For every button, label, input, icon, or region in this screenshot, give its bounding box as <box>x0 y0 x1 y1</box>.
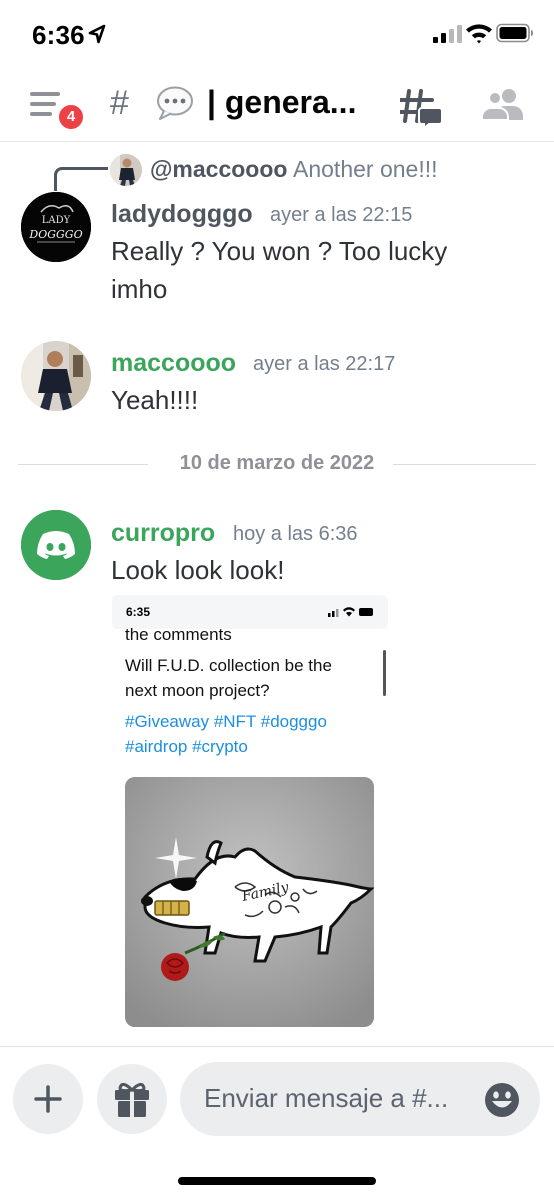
date-divider: 10 de marzo de 2022 <box>18 450 536 480</box>
message-author[interactable]: curropro <box>111 519 215 548</box>
attachment-time: 6:35 <box>126 605 151 619</box>
add-attachment-button[interactable] <box>13 1064 83 1134</box>
message-line: imho <box>111 274 168 304</box>
cellular-signal-icon <box>433 25 462 43</box>
gift-icon <box>115 1083 149 1117</box>
avatar-ladydogggo[interactable]: LADY DOGGGO <box>21 192 91 262</box>
reply-text[interactable]: Another one!!! <box>293 156 438 183</box>
message-line: Look look look! <box>111 555 285 585</box>
reply-avatar-image <box>110 154 142 186</box>
date-divider-text: 10 de marzo de 2022 <box>165 452 389 474</box>
status-bar: 6:36 <box>0 0 554 70</box>
message-timestamp: ayer a las 22:17 <box>253 353 396 375</box>
attachment-text: Will F.U.D. collection be the <box>125 656 332 675</box>
maccoooo-photo <box>21 341 91 411</box>
message-author[interactable]: ladydogggo <box>111 200 253 229</box>
logo-text-bottom: DOGGGO <box>28 228 82 241</box>
plus-icon <box>34 1085 62 1113</box>
channel-header: 4 # | genera... <box>0 70 554 142</box>
reply-author[interactable]: @maccoooo <box>150 156 287 183</box>
gift-button[interactable] <box>97 1064 167 1134</box>
unread-badge: 4 <box>56 102 86 132</box>
nft-image: Family <box>125 777 374 1027</box>
nft-dog-artwork: Family <box>125 777 374 1027</box>
message-author[interactable]: maccoooo <box>111 349 236 378</box>
attachment-hashtags: #airdrop #crypto <box>125 737 248 756</box>
ladydogggo-logo: LADY DOGGGO <box>21 192 91 262</box>
status-time: 6:36 <box>32 20 85 50</box>
reply-connector <box>54 167 108 191</box>
message-timestamp: hoy a las 6:36 <box>233 523 358 545</box>
message-timestamp: ayer a las 22:15 <box>270 204 413 226</box>
attachment-status-icons <box>328 607 373 617</box>
message-line: Yeah!!!! <box>111 385 199 415</box>
image-attachment[interactable]: 6:35 the comments Will F.U.D. collection… <box>112 595 388 1031</box>
message-input[interactable]: Enviar mensaje a #... <box>180 1062 540 1136</box>
emoji-picker-icon[interactable] <box>484 1082 520 1118</box>
avatar-curropro[interactable] <box>21 510 91 580</box>
location-arrow-icon <box>88 24 106 44</box>
discord-logo-icon <box>21 510 91 580</box>
channel-hash-icon: # <box>110 84 129 122</box>
message-content[interactable]: Look look look! <box>111 551 284 589</box>
channel-name[interactable]: | genera... <box>207 84 356 121</box>
wifi-icon <box>466 24 492 44</box>
members-icon[interactable] <box>482 88 524 120</box>
attachment-text: next moon project? <box>125 681 270 700</box>
threads-icon[interactable] <box>400 88 442 128</box>
message-content[interactable]: Really ? You won ? Too lucky imho <box>111 232 447 308</box>
avatar-maccoooo[interactable] <box>21 341 91 411</box>
reply-avatar[interactable] <box>110 154 142 186</box>
attachment-scroll-indicator <box>383 650 386 696</box>
message-line: Really ? You won ? Too lucky <box>111 236 448 266</box>
home-indicator[interactable] <box>178 1177 376 1185</box>
attachment-hashtags: #Giveaway #NFT #dogggo <box>125 712 327 731</box>
message-content[interactable]: Yeah!!!! <box>111 381 198 419</box>
message-placeholder: Enviar mensaje a #... <box>204 1083 449 1113</box>
speech-balloon-icon <box>157 86 193 120</box>
message-composer: Enviar mensaje a #... <box>0 1046 554 1200</box>
battery-icon <box>496 23 533 43</box>
attachment-text: the comments <box>125 625 232 644</box>
logo-text-top: LADY <box>42 215 71 226</box>
